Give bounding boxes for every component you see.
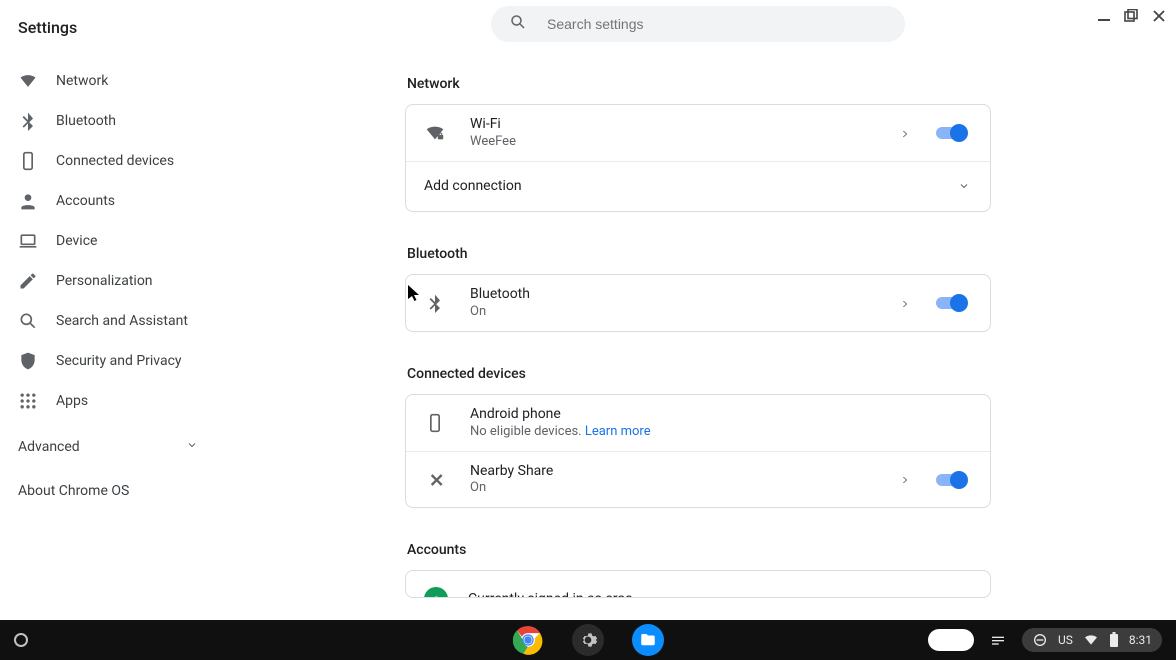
battery-status-icon <box>1109 632 1119 648</box>
search-icon <box>18 311 38 331</box>
section-heading: Network <box>407 76 991 92</box>
clock: 8:31 <box>1129 633 1152 647</box>
phone-icon <box>424 413 446 433</box>
sidebar-item-personalization[interactable]: Personalization <box>18 261 220 301</box>
weather-cloud-icon[interactable] <box>928 629 974 651</box>
section-heading: Bluetooth <box>407 246 991 262</box>
sidebar-item-label: Apps <box>56 393 88 409</box>
sidebar-item-label: Personalization <box>56 273 153 289</box>
window-minimize-button[interactable] <box>1098 6 1110 25</box>
chevron-right-icon <box>900 124 910 143</box>
wifi-label: Wi-Fi <box>470 115 890 133</box>
search-input[interactable] <box>545 15 887 33</box>
dnd-icon <box>1032 632 1048 648</box>
chevron-down-icon <box>958 177 970 196</box>
bluetooth-row[interactable]: Bluetooth On <box>406 275 990 331</box>
chevron-right-icon <box>900 470 910 489</box>
sidebar-advanced[interactable]: Advanced <box>18 439 198 455</box>
mouse-cursor-icon <box>408 285 420 301</box>
learn-more-link[interactable]: Learn more <box>585 424 651 439</box>
sidebar-item-label: Accounts <box>56 193 115 209</box>
person-icon <box>18 191 38 211</box>
section-accounts: Accounts c Currently signed in as cros <box>405 542 991 598</box>
android-phone-status: No eligible devices. Learn more <box>470 424 970 441</box>
account-row[interactable]: c Currently signed in as cros <box>406 571 990 598</box>
window-maximize-button[interactable] <box>1124 9 1138 23</box>
launcher-button[interactable] <box>14 633 28 647</box>
sidebar-item-bluetooth[interactable]: Bluetooth <box>18 101 220 141</box>
section-bluetooth: Bluetooth Bluetooth On <box>405 246 991 332</box>
shelf-pinned-apps <box>512 624 664 656</box>
nearby-share-toggle[interactable] <box>936 474 970 486</box>
sidebar-item-search-assistant[interactable]: Search and Assistant <box>18 301 220 341</box>
wifi-lock-icon <box>424 122 446 144</box>
main-content: Network Wi-Fi WeeFee Add connection <box>220 0 1176 620</box>
sidebar-item-label: Bluetooth <box>56 113 116 129</box>
chevron-right-icon <box>900 294 910 313</box>
bluetooth-icon <box>424 293 446 313</box>
sidebar-item-network[interactable]: Network <box>18 61 220 101</box>
nearby-share-label: Nearby Share <box>470 462 890 480</box>
wifi-toggle[interactable] <box>936 127 970 139</box>
status-tray[interactable]: US 8:31 <box>1022 628 1162 652</box>
bluetooth-icon <box>18 111 38 131</box>
window-controls <box>1088 0 1176 31</box>
wifi-network-name: WeeFee <box>470 134 890 151</box>
section-heading: Connected devices <box>407 366 991 382</box>
add-connection-row[interactable]: Add connection <box>406 161 990 211</box>
chevron-down-icon <box>186 439 198 455</box>
bluetooth-status: On <box>470 304 890 321</box>
search-icon <box>509 13 527 35</box>
sidebar-item-connected[interactable]: Connected devices <box>18 141 220 181</box>
chrome-app-icon[interactable] <box>512 624 544 656</box>
bluetooth-label: Bluetooth <box>470 285 890 303</box>
laptop-icon <box>18 231 38 251</box>
nearby-share-status: On <box>470 480 890 497</box>
sidebar-item-apps[interactable]: Apps <box>18 381 220 421</box>
sidebar-item-label: Security and Privacy <box>56 353 182 369</box>
sidebar-item-security[interactable]: Security and Privacy <box>18 341 220 381</box>
sidebar-item-device[interactable]: Device <box>18 221 220 261</box>
wifi-icon <box>18 71 38 91</box>
phone-icon <box>18 151 38 171</box>
shelf: US 8:31 <box>0 620 1176 660</box>
files-app-icon[interactable] <box>632 624 664 656</box>
ime-indicator: US <box>1058 633 1073 647</box>
sidebar: Settings Network Bluetooth Connected dev… <box>0 0 220 620</box>
settings-page: Settings Network Bluetooth Connected dev… <box>0 0 1176 620</box>
nearby-share-row[interactable]: Nearby Share On <box>406 451 990 507</box>
account-signed-in: Currently signed in as cros <box>468 590 970 598</box>
sidebar-about[interactable]: About Chrome OS <box>18 483 220 499</box>
notifications-tray-icon[interactable] <box>990 632 1006 648</box>
nearby-share-icon <box>424 470 446 490</box>
wifi-status-icon <box>1083 632 1099 648</box>
sidebar-item-label: Search and Assistant <box>56 313 188 329</box>
wifi-row[interactable]: Wi-Fi WeeFee <box>406 105 990 161</box>
shield-icon <box>18 351 38 371</box>
section-network: Network Wi-Fi WeeFee Add connection <box>405 76 991 212</box>
pencil-icon <box>18 271 38 291</box>
apps-grid-icon <box>18 391 38 411</box>
section-connected: Connected devices Android phone No eligi… <box>405 366 991 508</box>
android-phone-row[interactable]: Android phone No eligible devices. Learn… <box>406 395 990 451</box>
account-avatar: c <box>424 587 448 598</box>
sidebar-advanced-label: Advanced <box>18 439 80 455</box>
page-title: Settings <box>18 18 220 37</box>
search-settings[interactable] <box>491 6 905 42</box>
sidebar-item-label: Network <box>56 73 108 89</box>
sidebar-item-label: Connected devices <box>56 153 174 169</box>
sidebar-item-accounts[interactable]: Accounts <box>18 181 220 221</box>
section-heading: Accounts <box>407 542 991 558</box>
bluetooth-toggle[interactable] <box>936 297 970 309</box>
sidebar-item-label: Device <box>56 233 97 249</box>
settings-app-icon[interactable] <box>572 624 604 656</box>
add-connection-label: Add connection <box>424 177 958 195</box>
window-close-button[interactable] <box>1152 9 1166 23</box>
android-phone-label: Android phone <box>470 405 970 423</box>
